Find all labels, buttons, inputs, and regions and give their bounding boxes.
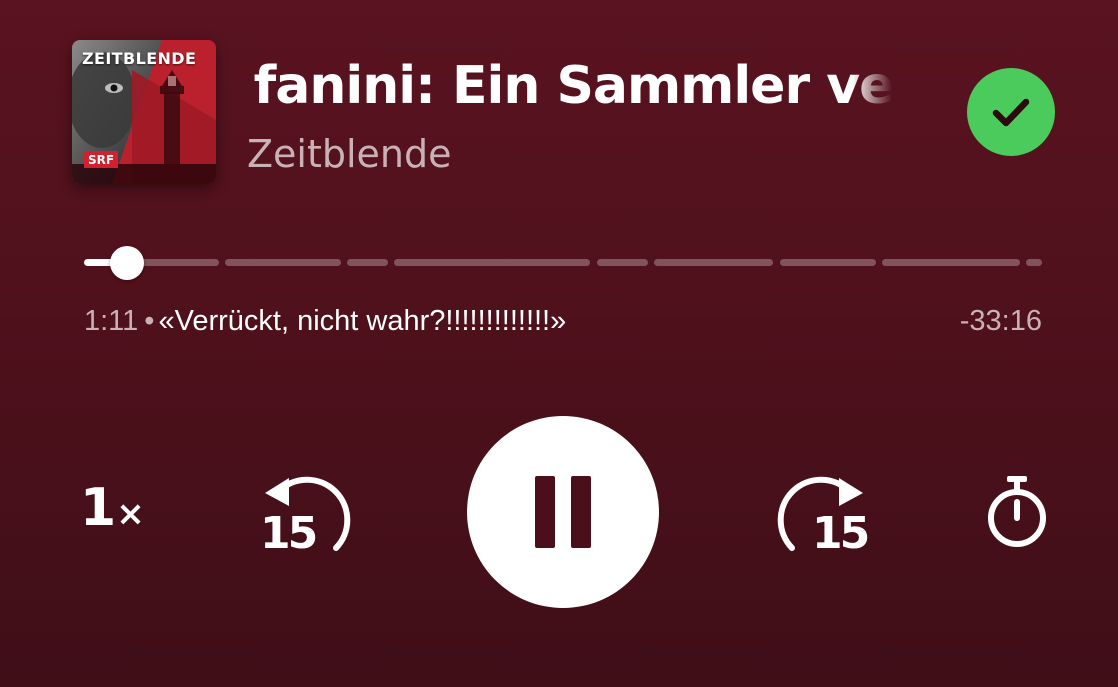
podcast-cover[interactable]: ZEITBLENDE SRF (72, 40, 216, 184)
chapter-segment (654, 259, 773, 266)
srf-logo-badge: SRF (84, 151, 119, 168)
sleep-timer-icon (988, 476, 1046, 547)
chapter-segment (1026, 259, 1042, 266)
pause-icon-bar (571, 476, 591, 548)
separator-dot: • (144, 305, 155, 337)
chapter-segment (225, 259, 341, 266)
rewind-seconds: 15 (260, 508, 318, 559)
chapter-segment (882, 259, 1020, 266)
elapsed-time: 1:11 (84, 305, 139, 337)
forward-seconds: 15 (812, 508, 870, 559)
check-icon (992, 98, 1030, 127)
speed-value: 1 (80, 478, 116, 538)
scrubber-handle[interactable] (110, 246, 144, 280)
chapter-segment (780, 259, 876, 266)
episode-title: fanini: Ein Sammler ver (253, 56, 892, 116)
chapter-segment (394, 259, 590, 266)
pause-button[interactable] (467, 416, 659, 608)
remaining-time: -33:16 (959, 305, 1042, 337)
chapter-title-link[interactable]: «Verrückt, nicht wahr?!!!!!!!!!!!!!» (158, 305, 566, 337)
chapter-segment (347, 259, 388, 266)
cover-title: ZEITBLENDE (82, 49, 197, 68)
episode-title-marquee: fanini: Ein Sammler ver (216, 48, 892, 132)
skip-forward-button[interactable]: 15 (766, 462, 876, 572)
playback-info-row: 1:11 • «Verrückt, nicht wahr?!!!!!!!!!!!!!… (84, 305, 1042, 341)
sleep-timer-button[interactable] (984, 474, 1050, 550)
playback-speed-button[interactable]: 1× (80, 478, 150, 548)
saved-toggle-button[interactable] (967, 68, 1055, 156)
pause-icon (535, 476, 555, 548)
skip-back-button[interactable]: 15 (252, 462, 362, 572)
speed-suffix: × (116, 494, 145, 534)
show-name-link[interactable]: Zeitblende (247, 132, 452, 176)
playback-scrubber[interactable] (84, 246, 1042, 280)
chapter-segment (597, 259, 648, 266)
